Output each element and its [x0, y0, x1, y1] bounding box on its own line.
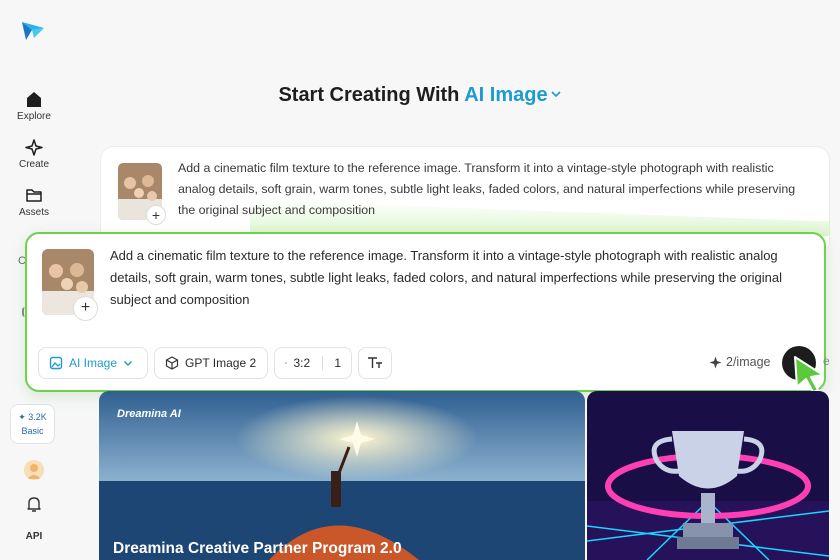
- ratio-label: 3:2: [293, 356, 311, 370]
- add-reference-button[interactable]: +: [73, 296, 98, 321]
- folder-icon: [26, 189, 42, 202]
- credits-plan: Basic: [21, 426, 44, 436]
- prompt-input[interactable]: Add a cinematic film texture to the refe…: [110, 245, 815, 311]
- mode-selector-label: AI Image: [464, 84, 548, 106]
- bell-icon[interactable]: [26, 496, 42, 513]
- cost-label: 2/image: [726, 355, 771, 369]
- avatar-icon: [27, 464, 41, 479]
- page-title-prefix: Start Creating With: [278, 84, 460, 106]
- gallery-item[interactable]: [587, 391, 829, 560]
- clipped-text: e: [823, 354, 830, 368]
- mouse-cursor-icon: [794, 356, 824, 393]
- dreamina-logo[interactable]: [20, 18, 46, 42]
- ratio-selector[interactable]: 3:2 1: [274, 347, 352, 379]
- text-format-icon: [368, 357, 382, 368]
- credits-value: 3.2K: [28, 412, 47, 422]
- neon-trophy-image: [587, 391, 829, 560]
- chevron-down-icon: [124, 360, 133, 366]
- model-selector[interactable]: GPT Image 2: [154, 347, 268, 379]
- mode-selector[interactable]: AI Image: [464, 84, 561, 106]
- banner-title: Dreamina Creative Partner Program 2.0: [113, 540, 402, 557]
- credits-badge[interactable]: ✦ 3.2K Basic: [10, 404, 55, 444]
- api-link[interactable]: API: [0, 531, 68, 542]
- aspect-ratio-icon: [285, 362, 288, 364]
- cube-icon: [165, 356, 179, 370]
- text-style-button[interactable]: [358, 347, 392, 379]
- mode-dropdown[interactable]: AI Image: [38, 347, 148, 379]
- sidebar-item-label: Explore: [17, 111, 51, 122]
- credits-star-icon: ✦: [18, 412, 26, 422]
- banner-brand: Dreamina AI: [117, 408, 181, 420]
- sparkle-icon: [709, 356, 722, 368]
- add-reference-button[interactable]: +: [146, 205, 166, 225]
- sidebar-item-label: Create: [18, 159, 49, 170]
- sidebar-item-label: Assets: [18, 207, 49, 218]
- image-count-label: 1: [334, 356, 341, 370]
- prompt-preview-text: Add a cinematic film texture to the refe…: [178, 161, 796, 217]
- sidebar-item-assets[interactable]: Assets: [0, 187, 68, 218]
- sparkle-icon: [25, 139, 43, 156]
- cost-indicator: 2/image: [709, 355, 770, 369]
- chevron-down-icon: [550, 91, 561, 98]
- image-icon: [49, 356, 63, 370]
- mode-dropdown-label: AI Image: [69, 356, 118, 370]
- sidebar-item-create[interactable]: Create: [0, 139, 68, 170]
- page-title: Start Creating With AI Image: [0, 84, 840, 107]
- user-avatar[interactable]: [24, 460, 44, 480]
- model-selector-label: GPT Image 2: [185, 356, 257, 370]
